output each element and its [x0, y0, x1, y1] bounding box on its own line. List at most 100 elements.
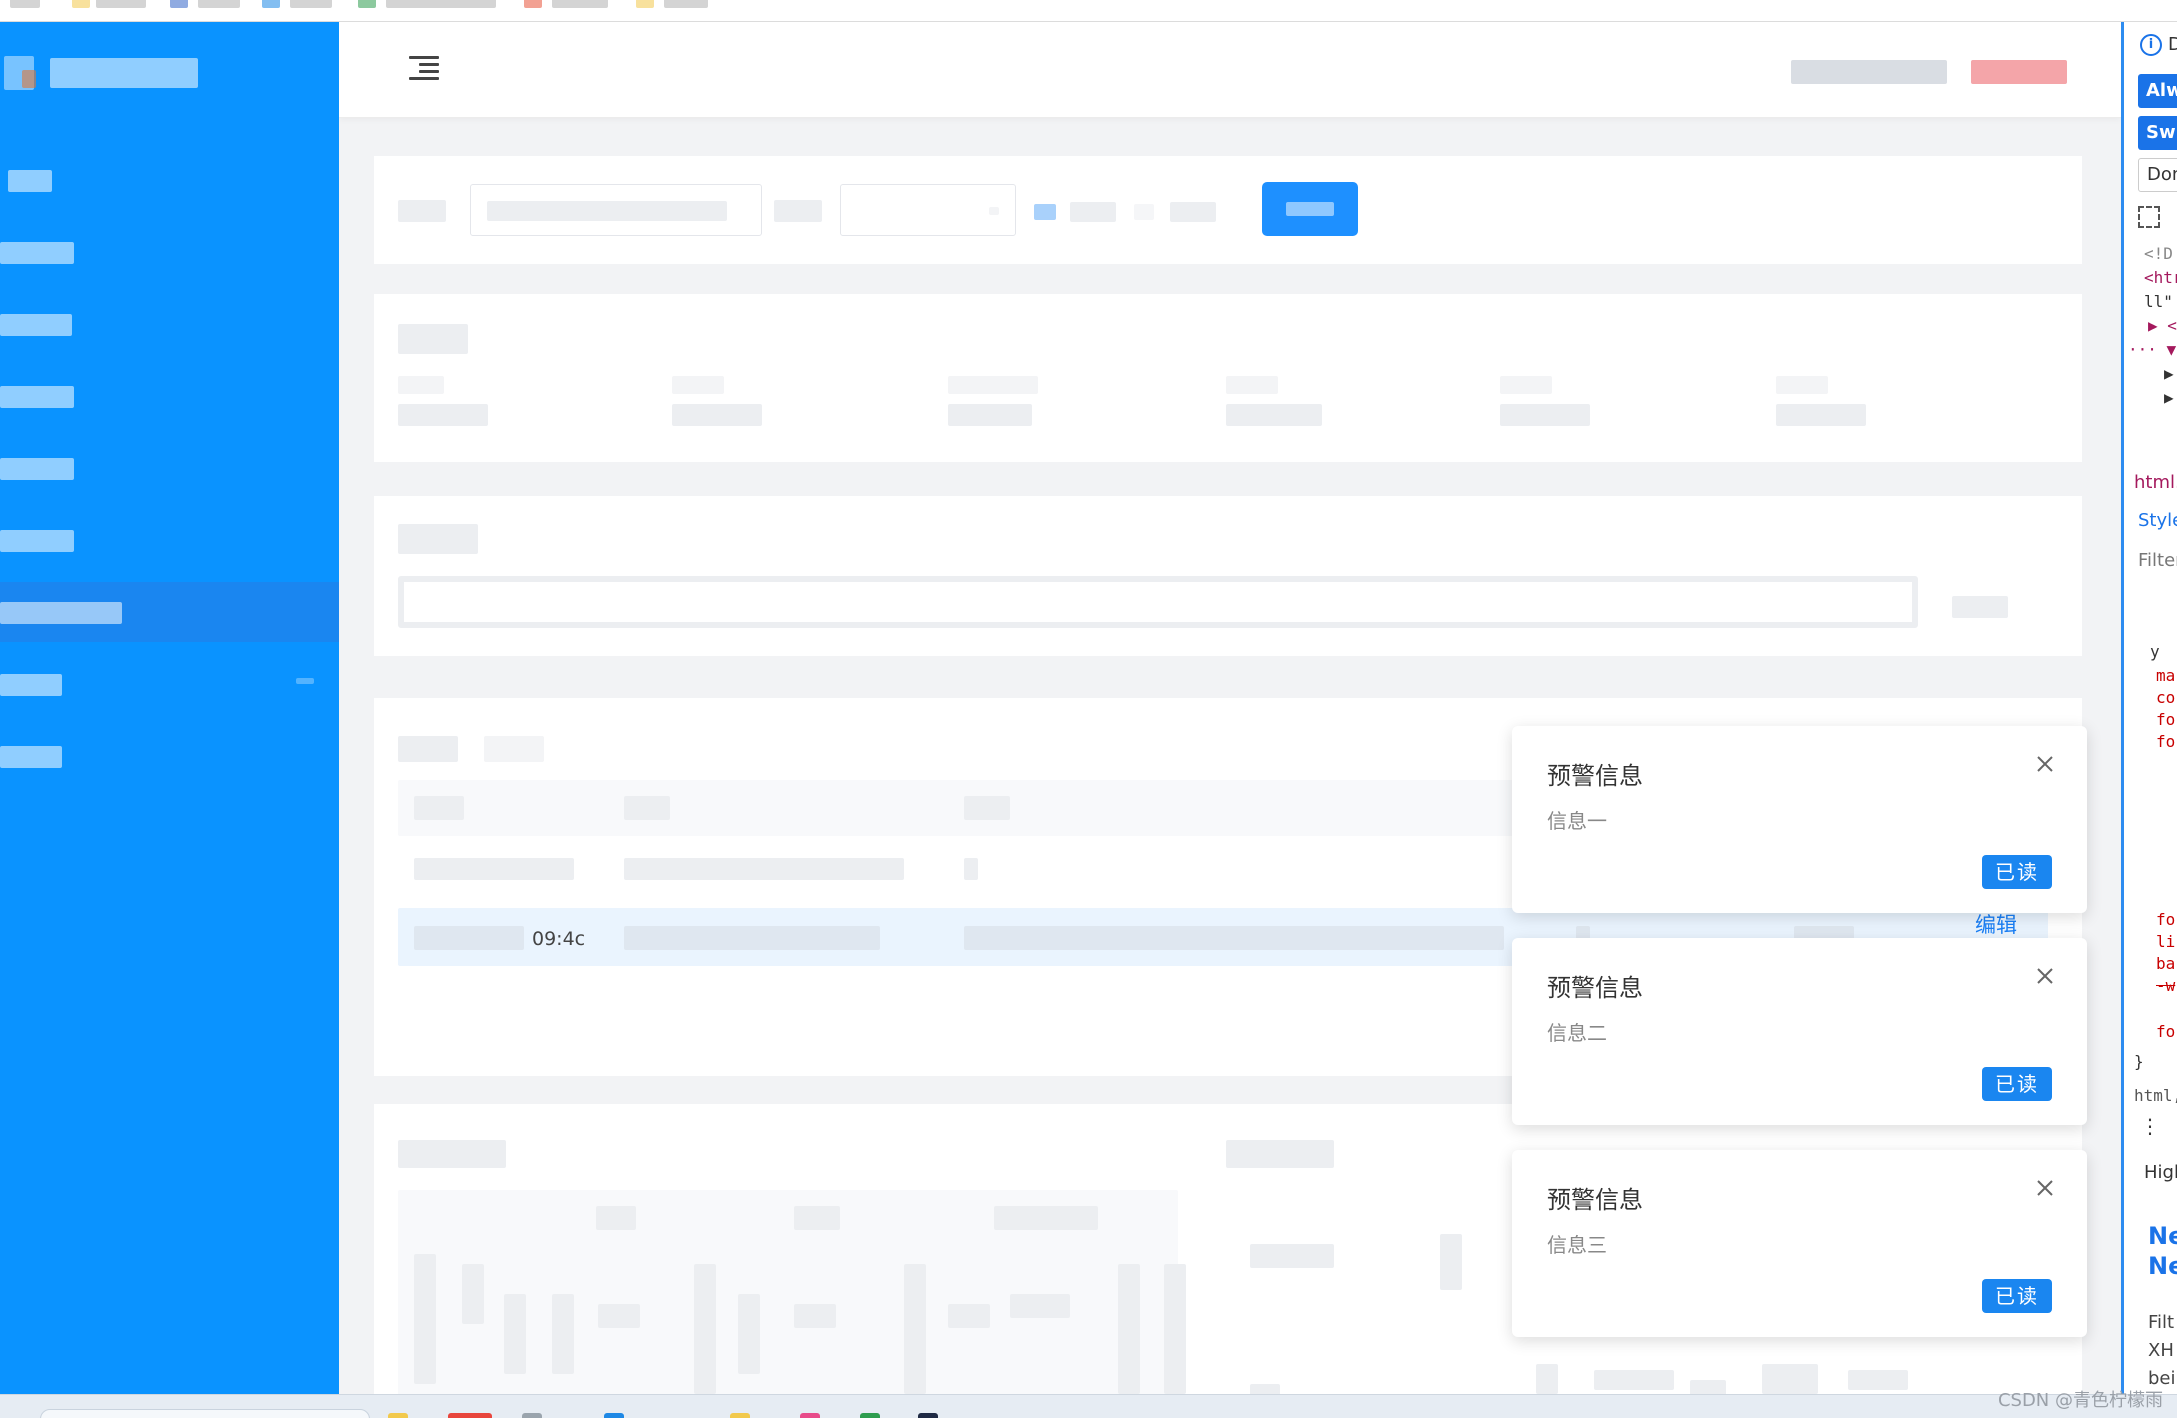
code-line[interactable]: <htr [2144, 268, 2177, 287]
bookmark-bar [0, 0, 2177, 22]
folder-icon[interactable] [72, 0, 90, 8]
switch-button[interactable]: Swit [2138, 116, 2177, 150]
bottom-text: Filt [2148, 1312, 2175, 1333]
bookmark-icon[interactable] [170, 0, 188, 8]
mark-read-button[interactable]: 已读 [1982, 1279, 2052, 1313]
app-icon[interactable] [730, 1413, 750, 1418]
info-icon: i [2140, 34, 2162, 56]
code-line[interactable]: ▶ [2164, 364, 2174, 383]
code-line-selected[interactable]: ··· ▼ <l [2128, 340, 2177, 359]
field-label [774, 200, 822, 222]
style-line: ma [2156, 666, 2176, 685]
checkbox-label [1070, 202, 1116, 222]
folder-icon[interactable] [636, 0, 654, 8]
section-title [398, 736, 458, 762]
bookmark-item[interactable] [552, 0, 608, 8]
bookmark-item[interactable] [10, 0, 40, 8]
bookmark-item[interactable] [664, 0, 708, 8]
section-title [398, 1140, 506, 1168]
edit-link[interactable]: 编辑 [1975, 909, 2017, 939]
sidebar-menu-item[interactable] [0, 510, 339, 570]
app-logo [4, 50, 198, 96]
sidebar-menu-item[interactable] [0, 366, 339, 426]
collapse-menu-icon[interactable] [409, 56, 439, 82]
notification-title: 预警信息 [1547, 762, 1643, 790]
submit-link[interactable] [1952, 596, 2008, 618]
style-selector: html, [2134, 1086, 2177, 1105]
code-line[interactable]: ▶ [2164, 388, 2174, 407]
highlight-label[interactable]: High [2144, 1162, 2177, 1183]
app-icon[interactable] [800, 1413, 820, 1418]
inspect-element-icon[interactable] [2138, 206, 2160, 228]
select-dropdown[interactable] [840, 184, 1016, 236]
notification-title: 预警信息 [1547, 1186, 1643, 1214]
search-input[interactable] [470, 184, 762, 236]
close-icon[interactable] [2033, 1176, 2057, 1200]
app-icon[interactable] [918, 1413, 938, 1418]
style-line: fo [2156, 732, 2176, 751]
style-line: -w [2156, 976, 2176, 995]
notification-body: 信息二 [1547, 1021, 1607, 1045]
sidebar-menu-item[interactable] [0, 654, 339, 714]
mark-read-button[interactable]: 已读 [1982, 855, 2052, 889]
remark-panel [374, 496, 2082, 656]
bookmark-item[interactable] [386, 0, 496, 8]
style-line: fo [2156, 910, 2176, 929]
code-line[interactable]: ll" [2144, 292, 2173, 311]
app-icon[interactable] [522, 1413, 542, 1418]
sidebar-menu-item-active[interactable] [0, 582, 339, 642]
logout-link[interactable] [1971, 60, 2067, 84]
bookmark-item[interactable] [96, 0, 146, 8]
warning-notification-2: 预警信息 信息二 已读 [1512, 938, 2087, 1125]
table-cell-time: 09:4c [532, 928, 586, 950]
notification-body: 信息一 [1547, 809, 1607, 833]
info-panel [374, 294, 2082, 462]
warning-notification-1: 预警信息 信息一 已读 [1512, 726, 2087, 913]
close-icon[interactable] [2033, 752, 2057, 776]
search-button[interactable] [1262, 182, 1358, 236]
section-title [398, 324, 468, 354]
taskbar [0, 1394, 2177, 1418]
remark-input[interactable] [398, 576, 1918, 628]
dont-button[interactable]: Don [2138, 158, 2177, 192]
section-title [398, 524, 478, 554]
code-line[interactable]: <!D [2144, 244, 2173, 263]
app-icon[interactable] [860, 1413, 880, 1418]
sidebar-menu-item[interactable] [0, 294, 339, 354]
warning-notification-3: 预警信息 信息三 已读 [1512, 1150, 2087, 1337]
style-line: ba [2156, 954, 2176, 973]
top-header [339, 22, 2121, 118]
checkbox[interactable] [1134, 204, 1154, 220]
always-button[interactable]: Alwa [2138, 74, 2177, 108]
close-icon[interactable] [2033, 964, 2057, 988]
user-name[interactable] [1791, 60, 1947, 84]
bottom-text: XH [2148, 1340, 2174, 1361]
mark-read-button[interactable]: 已读 [1982, 1067, 2052, 1101]
taskbar-search-box[interactable] [40, 1409, 370, 1418]
section-title [1226, 1140, 1334, 1168]
styles-tab[interactable]: Style [2138, 510, 2177, 531]
bookmark-item[interactable] [290, 0, 332, 8]
checkbox[interactable] [1034, 204, 1056, 220]
style-line: y [2150, 642, 2160, 661]
checkbox-label [1170, 202, 1216, 222]
sidebar-menu-item[interactable] [0, 222, 339, 282]
new-heading: Ne [2148, 1222, 2177, 1250]
dom-breadcrumb[interactable]: html. [2134, 472, 2177, 493]
more-options-icon[interactable]: ⋮ [2140, 1114, 2160, 1138]
bookmark-icon[interactable] [524, 0, 542, 8]
tab[interactable] [484, 736, 544, 762]
bookmark-item[interactable] [198, 0, 240, 8]
app-icon[interactable] [604, 1413, 624, 1418]
bookmark-icon[interactable] [262, 0, 280, 8]
sidebar-menu-item[interactable] [0, 150, 339, 210]
chrome-icon[interactable] [448, 1413, 492, 1418]
bookmark-icon[interactable] [358, 0, 376, 8]
sidebar-menu-item[interactable] [0, 726, 339, 786]
notification-title: 预警信息 [1547, 974, 1643, 1002]
code-line[interactable]: ▶ <l [2148, 316, 2177, 335]
notification-body: 信息三 [1547, 1233, 1607, 1257]
app-icon[interactable] [388, 1413, 408, 1418]
sidebar-menu-item[interactable] [0, 438, 339, 498]
styles-filter-input[interactable]: Filter [2138, 550, 2177, 571]
